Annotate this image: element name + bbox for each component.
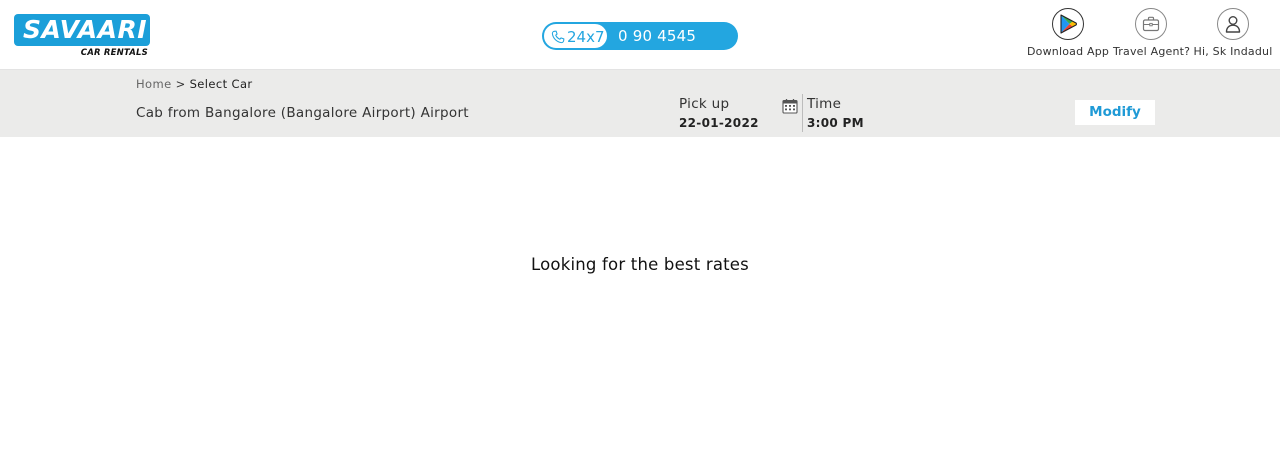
- download-app-label: Download App: [1027, 45, 1110, 58]
- play-store-icon: [1060, 14, 1077, 34]
- briefcase-icon: [1142, 16, 1160, 32]
- breadcrumb-current: Select Car: [189, 77, 253, 91]
- site-header: SAVAARI CAR RENTALS 24x7 0 90 4545 0000 …: [0, 0, 1280, 73]
- savaari-logo[interactable]: SAVAARI CAR RENTALS: [14, 14, 150, 60]
- support-phone-pill[interactable]: 24x7 0 90 4545 0000: [542, 22, 738, 73]
- trip-route: Cab from Bangalore (Bangalore Airport) A…: [136, 105, 469, 121]
- loading-message: Looking for the best rates: [531, 255, 749, 274]
- download-app-button[interactable]: Download App: [1027, 8, 1109, 58]
- pickup-label: Pick up: [679, 96, 730, 112]
- phone-icon: [551, 30, 565, 44]
- user-icon: [1225, 16, 1241, 33]
- user-greeting: Hi, Sk Indadul: [1193, 45, 1273, 58]
- user-icon-circle: [1217, 8, 1249, 40]
- breadcrumb-home-link[interactable]: Home: [136, 77, 172, 91]
- breadcrumb-separator: >: [175, 77, 186, 91]
- breadcrumb: Home > Select Car: [136, 77, 253, 91]
- modify-search-button[interactable]: Modify: [1075, 100, 1155, 125]
- travel-agent-label: Travel Agent?: [1113, 45, 1191, 58]
- travel-agent-button[interactable]: Travel Agent?: [1113, 8, 1191, 58]
- logo-badge: SAVAARI: [14, 14, 150, 46]
- support-availability-text: 24x7: [567, 28, 605, 46]
- travel-agent-icon-circle: [1135, 8, 1167, 40]
- pickup-time: 3:00 PM: [807, 116, 864, 130]
- logo-brand-text: SAVAARI: [23, 15, 148, 44]
- user-account-button[interactable]: Hi, Sk Indadul: [1193, 8, 1273, 58]
- search-summary-bar: Home > Select Car Cab from Bangalore (Bang…: [0, 70, 1280, 137]
- time-label: Time: [807, 96, 842, 112]
- calendar-icon: [782, 99, 798, 114]
- pickup-time-divider: [802, 94, 803, 132]
- support-availability-badge: 24x7: [543, 23, 608, 49]
- download-app-icon-circle: [1052, 8, 1084, 40]
- pickup-date: 22-01-2022: [679, 116, 759, 130]
- logo-tagline: CAR RENTALS: [80, 48, 148, 58]
